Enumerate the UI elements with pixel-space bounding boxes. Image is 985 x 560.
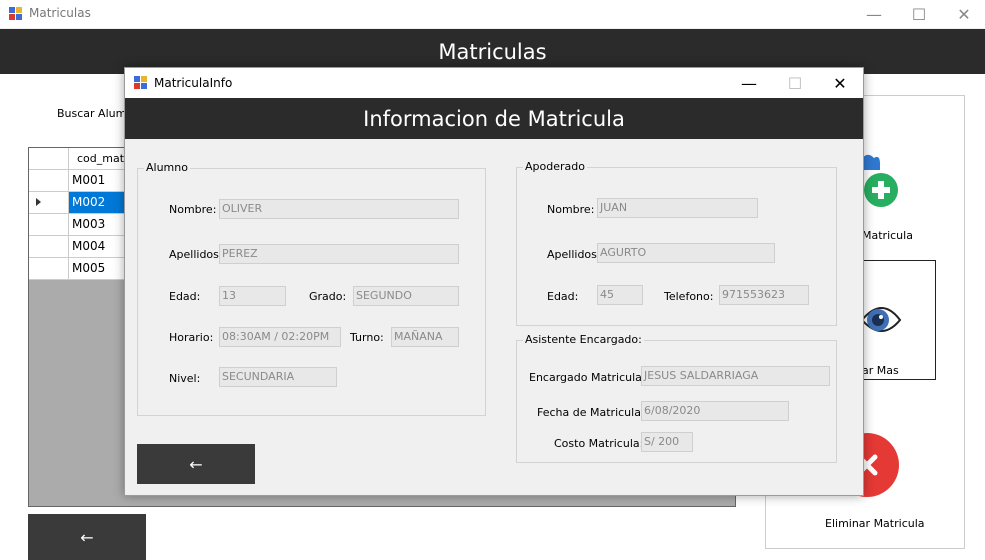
apoderado-apellidos-field[interactable]: AGURTO: [597, 243, 775, 263]
dialog-close-button[interactable]: ✕: [817, 68, 863, 98]
alumno-legend: Alumno: [144, 161, 190, 174]
apoderado-apellidos-label: Apellidos:: [547, 248, 601, 261]
asistente-group: Asistente Encargado: Encargado Matricula…: [516, 333, 837, 463]
eye-icon: [860, 298, 902, 345]
delete-icon: [835, 433, 899, 497]
alumno-grado-field[interactable]: SEGUNDO: [353, 286, 459, 306]
costo-matricula-label: Costo Matricula:: [554, 437, 644, 450]
delete-matricula-label: Eliminar Matricula: [825, 517, 925, 530]
alumno-grado-label: Grado:: [309, 290, 347, 303]
fecha-matricula-field[interactable]: 6/08/2020: [641, 401, 789, 421]
alumno-apellidos-label: Apellidos:: [169, 248, 223, 261]
add-matricula-label: Matricula: [862, 229, 913, 242]
table-cell[interactable]: M004: [69, 236, 125, 258]
main-window-title: Matriculas: [29, 6, 91, 20]
table-cell[interactable]: M001: [69, 170, 125, 192]
apoderado-legend: Apoderado: [523, 160, 587, 173]
table-row[interactable]: M002: [29, 192, 125, 214]
alumno-nivel-label: Nivel:: [169, 372, 201, 385]
apoderado-telefono-field[interactable]: 971553623: [719, 285, 809, 305]
asistente-legend: Asistente Encargado:: [523, 333, 644, 346]
fecha-matricula-label: Fecha de Matricula:: [537, 406, 645, 419]
dialog-title: MatriculaInfo: [154, 76, 233, 90]
apoderado-nombre-label: Nombre:: [547, 203, 595, 216]
row-header-corner: [29, 148, 69, 170]
apoderado-group: Apoderado Nombre: JUAN Apellidos: AGURTO…: [516, 160, 837, 326]
main-back-button[interactable]: ←: [28, 514, 146, 560]
table-row[interactable]: M004: [29, 236, 125, 258]
delete-matricula-button[interactable]: [835, 432, 900, 498]
table-cell-selected[interactable]: M002: [69, 192, 125, 214]
matricula-info-dialog: MatriculaInfo — ☐ ✕ Informacion de Matri…: [124, 67, 864, 496]
main-minimize-button[interactable]: —: [851, 0, 897, 28]
table-row[interactable]: M001: [29, 170, 125, 192]
search-label: Buscar Alum: [57, 107, 127, 120]
alumno-horario-label: Horario:: [169, 331, 214, 344]
table-row[interactable]: M003: [29, 214, 125, 236]
apoderado-nombre-field[interactable]: JUAN: [597, 198, 758, 218]
dialog-titlebar: MatriculaInfo — ☐ ✕: [125, 68, 863, 98]
alumno-apellidos-field[interactable]: PEREZ: [219, 244, 459, 264]
costo-matricula-field[interactable]: S/ 200: [641, 432, 693, 452]
main-titlebar: Matriculas — ☐ ✕: [0, 0, 985, 28]
table-cell[interactable]: M005: [69, 258, 125, 280]
alumno-turno-label: Turno:: [350, 331, 384, 344]
dialog-minimize-button[interactable]: —: [726, 68, 772, 98]
main-maximize-button[interactable]: ☐: [896, 0, 942, 28]
alumno-nombre-field[interactable]: OLIVER: [219, 199, 459, 219]
add-user-icon: [860, 154, 898, 207]
alumno-edad-label: Edad:: [169, 290, 201, 303]
alumno-edad-field[interactable]: 13: [219, 286, 286, 306]
main-close-button[interactable]: ✕: [941, 0, 985, 28]
dialog-maximize-button[interactable]: ☐: [772, 68, 818, 98]
alumno-turno-field[interactable]: MAÑANA: [391, 327, 459, 347]
dialog-back-button[interactable]: ←: [137, 444, 255, 484]
alumno-group: Alumno Nombre: OLIVER Apellidos: PEREZ E…: [137, 161, 486, 416]
grid-header-row: cod_matric: [29, 148, 125, 170]
table-cell[interactable]: M003: [69, 214, 125, 236]
column-header-cod-matricula[interactable]: cod_matric: [69, 148, 125, 170]
row-selector-icon: [36, 198, 41, 206]
apoderado-telefono-label: Telefono:: [664, 290, 714, 303]
apoderado-edad-label: Edad:: [547, 290, 579, 303]
dialog-app-icon: [134, 76, 148, 90]
apoderado-edad-field[interactable]: 45: [597, 285, 643, 305]
encargado-field[interactable]: JESUS SALDARRIAGA: [641, 366, 830, 386]
add-matricula-button[interactable]: [860, 150, 900, 212]
alumno-nivel-field[interactable]: SECUNDARIA: [219, 367, 337, 387]
alumno-horario-field[interactable]: 08:30AM / 02:20PM: [219, 327, 341, 347]
table-row[interactable]: M005: [29, 258, 125, 280]
alumno-nombre-label: Nombre:: [169, 203, 217, 216]
app-icon: [9, 7, 23, 21]
view-more-label: ar Mas: [862, 364, 899, 377]
dialog-header: Informacion de Matricula: [125, 98, 863, 139]
encargado-label: Encargado Matricula:: [529, 371, 646, 384]
